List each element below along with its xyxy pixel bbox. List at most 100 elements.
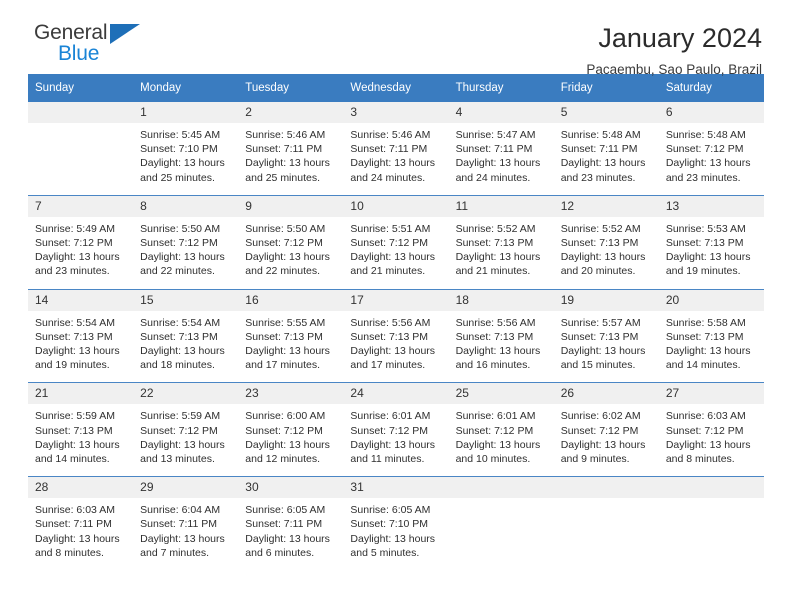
day-detail-line: Daylight: 13 hours — [350, 251, 436, 264]
day-detail-line: Daylight: 13 hours — [665, 438, 751, 451]
day-detail-line: Sunset: 7:12 PM — [35, 237, 113, 250]
calendar-day-cell[interactable]: 1 Sunrise: 5:45 AM Sunset: 7:10 PM Daylight… — [133, 102, 239, 196]
day-detail-line: Sunrise: 5:58 AM — [665, 316, 746, 329]
day-sun-details: Sunrise: 5:58 AM Sunset: 7:13 PM Daylight:… — [659, 311, 764, 383]
calendar-empty-cell — [553, 476, 659, 571]
day-sun-details: Sunrise: 6:05 AM Sunset: 7:10 PM Daylight:… — [343, 498, 448, 570]
day-detail-line: Sunrise: 5:50 AM — [245, 222, 326, 235]
day-detail-line: Sunrise: 5:46 AM — [350, 129, 431, 141]
day-detail-line: Sunset: 7:13 PM — [35, 424, 113, 437]
calendar-day-cell[interactable]: 15 Sunrise: 5:54 AM Sunset: 7:13 PM Dayligh… — [133, 288, 239, 383]
day-detail-line: Daylight: 13 hours — [140, 438, 225, 451]
calendar-day-cell[interactable]: 20 Sunrise: 5:58 AM Sunset: 7:13 PM Dayligh… — [658, 288, 764, 383]
calendar-day-cell[interactable]: 18 Sunrise: 5:56 AM Sunset: 7:13 PM Dayligh… — [448, 288, 554, 383]
day-detail-line: Sunrise: 6:01 AM — [350, 410, 431, 423]
calendar-day-cell[interactable]: 6 Sunrise: 5:48 AM Sunset: 7:12 PM Daylight… — [658, 102, 764, 196]
day-detail-line: and 24 minutes. — [350, 171, 426, 184]
day-detail-line: Sunset: 7:12 PM — [665, 424, 744, 437]
day-detail-line: Sunrise: 5:56 AM — [455, 316, 536, 329]
day-sun-details: Sunrise: 5:56 AM Sunset: 7:13 PM Daylight:… — [343, 311, 448, 383]
day-sun-details: Sunrise: 5:48 AM Sunset: 7:11 PM Daylight:… — [554, 123, 659, 195]
day-detail-line: Sunrise: 6:03 AM — [35, 504, 115, 517]
day-sun-details: Sunrise: 5:52 AM Sunset: 7:13 PM Daylight:… — [449, 217, 554, 289]
calendar-day-cell[interactable]: 11 Sunrise: 5:52 AM Sunset: 7:13 PM Dayligh… — [448, 194, 554, 290]
day-sun-details: Sunrise: 5:45 AM Sunset: 7:10 PM Daylight:… — [133, 123, 238, 195]
calendar-day-cell[interactable]: 10 Sunrise: 5:51 AM Sunset: 7:12 PM Dayligh… — [343, 194, 449, 290]
day-number: 3 — [343, 102, 449, 123]
day-detail-line: Daylight: 13 hours — [350, 157, 436, 170]
day-detail-line: Sunset: 7:12 PM — [140, 237, 218, 250]
day-detail-line: Sunset: 7:11 PM — [245, 518, 323, 531]
day-sun-details: Sunrise: 5:59 AM Sunset: 7:12 PM Daylight:… — [133, 404, 238, 476]
triangle-icon — [110, 24, 140, 44]
day-detail-line: Sunset: 7:12 PM — [665, 143, 744, 156]
day-detail-line: Daylight: 13 hours — [245, 438, 330, 451]
calendar-week-row: 21 Sunrise: 5:59 AM Sunset: 7:13 PM Dayligh… — [28, 382, 764, 477]
calendar-day-cell[interactable]: 23 Sunrise: 6:00 AM Sunset: 7:12 PM Dayligh… — [238, 382, 344, 477]
day-number: 14 — [28, 289, 134, 311]
calendar-week-row: 14 Sunrise: 5:54 AM Sunset: 7:13 PM Dayligh… — [28, 288, 764, 383]
day-sun-details: Sunrise: 5:48 AM Sunset: 7:12 PM Daylight:… — [659, 123, 764, 195]
calendar-day-cell[interactable]: 12 Sunrise: 5:52 AM Sunset: 7:13 PM Dayligh… — [553, 194, 659, 290]
day-detail-line: and 14 minutes. — [35, 453, 110, 466]
page-header: General Blue January 2024 Pacaembu, Sao … — [28, 0, 764, 78]
calendar-day-cell[interactable]: 16 Sunrise: 5:55 AM Sunset: 7:13 PM Dayligh… — [238, 288, 344, 383]
calendar-day-cell[interactable]: 9 Sunrise: 5:50 AM Sunset: 7:12 PM Daylight… — [238, 194, 344, 290]
day-detail-line: Daylight: 13 hours — [35, 532, 120, 545]
day-detail-line: and 25 minutes. — [245, 171, 320, 184]
calendar-day-cell[interactable]: 22 Sunrise: 5:59 AM Sunset: 7:12 PM Dayligh… — [133, 382, 239, 477]
day-detail-line: Daylight: 13 hours — [455, 157, 541, 170]
day-detail-line: Sunset: 7:12 PM — [350, 424, 429, 437]
day-detail-line: and 8 minutes. — [665, 453, 735, 466]
calendar-day-cell[interactable]: 25 Sunrise: 6:01 AM Sunset: 7:12 PM Dayligh… — [448, 382, 554, 477]
calendar-day-cell[interactable]: 30 Sunrise: 6:05 AM Sunset: 7:11 PM Dayligh… — [238, 476, 344, 571]
day-detail-line: Sunset: 7:13 PM — [245, 330, 323, 343]
day-detail-line: Daylight: 13 hours — [665, 157, 751, 170]
calendar-day-cell[interactable]: 13 Sunrise: 5:53 AM Sunset: 7:13 PM Dayligh… — [658, 194, 764, 290]
day-detail-line: Sunset: 7:12 PM — [245, 424, 323, 437]
calendar-day-cell[interactable]: 7 Sunrise: 5:49 AM Sunset: 7:12 PM Daylight… — [28, 194, 134, 290]
calendar-day-cell[interactable]: 14 Sunrise: 5:54 AM Sunset: 7:13 PM Dayligh… — [28, 288, 134, 383]
day-sun-details: Sunrise: 5:55 AM Sunset: 7:13 PM Daylight:… — [238, 311, 343, 383]
calendar-day-cell[interactable]: 2 Sunrise: 5:46 AM Sunset: 7:11 PM Daylight… — [238, 102, 344, 196]
day-detail-line: Daylight: 13 hours — [245, 157, 330, 170]
calendar-day-cell[interactable]: 4 Sunrise: 5:47 AM Sunset: 7:11 PM Daylight… — [448, 102, 554, 196]
weekday-header-sunday: Sunday — [28, 74, 134, 102]
day-number — [28, 102, 134, 123]
day-detail-line: and 17 minutes. — [350, 359, 426, 372]
calendar-day-cell[interactable]: 17 Sunrise: 5:56 AM Sunset: 7:13 PM Dayligh… — [343, 288, 449, 383]
day-number — [553, 477, 659, 499]
day-detail-line: and 10 minutes. — [455, 453, 531, 466]
calendar-day-cell[interactable]: 29 Sunrise: 6:04 AM Sunset: 7:11 PM Dayligh… — [133, 476, 239, 571]
day-detail-line: Sunset: 7:12 PM — [245, 237, 323, 250]
day-detail-line: Sunrise: 6:02 AM — [560, 410, 641, 423]
general-blue-logo[interactable]: General Blue — [28, 22, 154, 65]
calendar-day-cell[interactable]: 31 Sunrise: 6:05 AM Sunset: 7:10 PM Dayligh… — [343, 476, 449, 571]
day-sun-details: Sunrise: 6:03 AM Sunset: 7:12 PM Daylight:… — [659, 404, 764, 476]
day-detail-line: Sunset: 7:13 PM — [350, 330, 429, 343]
calendar-day-cell[interactable]: 19 Sunrise: 5:57 AM Sunset: 7:13 PM Dayligh… — [553, 288, 659, 383]
day-detail-line: Sunset: 7:13 PM — [665, 330, 744, 343]
day-detail-line: Daylight: 13 hours — [560, 157, 646, 170]
day-detail-line: Daylight: 13 hours — [560, 251, 646, 264]
calendar-day-cell[interactable]: 21 Sunrise: 5:59 AM Sunset: 7:13 PM Dayligh… — [28, 382, 134, 477]
day-detail-line: Daylight: 13 hours — [140, 345, 225, 358]
calendar-day-cell[interactable]: 3 Sunrise: 5:46 AM Sunset: 7:11 PM Daylight… — [343, 102, 449, 196]
calendar-day-cell[interactable]: 5 Sunrise: 5:48 AM Sunset: 7:11 PM Daylight… — [553, 102, 659, 196]
calendar-day-cell[interactable]: 28 Sunrise: 6:03 AM Sunset: 7:11 PM Dayligh… — [28, 476, 134, 571]
logo-blue-label: Blue — [58, 42, 100, 65]
day-detail-line: and 11 minutes. — [350, 453, 425, 466]
weekday-header-monday: Monday — [133, 74, 239, 102]
day-detail-line: Sunset: 7:11 PM — [245, 143, 323, 156]
day-detail-line: Sunrise: 5:54 AM — [35, 316, 115, 329]
day-sun-details: Sunrise: 5:46 AM Sunset: 7:11 PM Daylight:… — [238, 123, 343, 195]
day-detail-line: Sunrise: 6:05 AM — [350, 504, 431, 517]
calendar-day-cell[interactable]: 27 Sunrise: 6:03 AM Sunset: 7:12 PM Dayligh… — [658, 382, 764, 477]
day-detail-line: Daylight: 13 hours — [350, 345, 436, 358]
day-detail-line: Daylight: 13 hours — [350, 532, 436, 545]
calendar-day-cell[interactable]: 26 Sunrise: 6:02 AM Sunset: 7:12 PM Dayligh… — [553, 382, 659, 477]
day-sun-details: Sunrise: 6:00 AM Sunset: 7:12 PM Daylight:… — [238, 404, 343, 476]
calendar-day-cell[interactable]: 8 Sunrise: 5:50 AM Sunset: 7:12 PM Daylight… — [133, 194, 239, 290]
day-number: 18 — [448, 289, 554, 311]
calendar-day-cell[interactable]: 24 Sunrise: 6:01 AM Sunset: 7:12 PM Dayligh… — [343, 382, 449, 477]
